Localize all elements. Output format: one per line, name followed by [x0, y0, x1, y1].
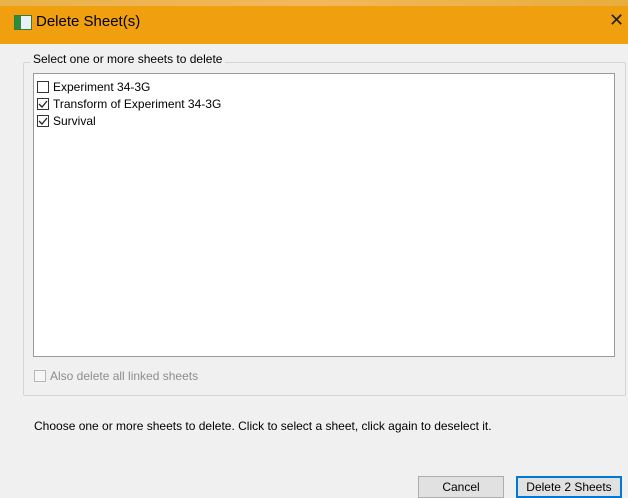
delete-sheets-button[interactable]: Delete 2 Sheets [516, 476, 622, 498]
hint-text: Choose one or more sheets to delete. Cli… [34, 419, 492, 433]
list-item-label: Transform of Experiment 34-3G [53, 96, 222, 111]
checkmark-icon [38, 100, 48, 108]
title-bar-top-strip [0, 0, 628, 6]
checkmark-icon [38, 117, 48, 125]
close-icon[interactable]: ✕ [609, 11, 624, 29]
checkbox[interactable] [37, 114, 49, 127]
window-title: Delete Sheet(s) [36, 13, 141, 30]
delete-linked-option[interactable]: Also delete all linked sheets [34, 369, 198, 383]
app-icon [14, 15, 32, 30]
delete-linked-label: Also delete all linked sheets [50, 369, 199, 383]
checkbox[interactable] [37, 80, 49, 93]
list-item-label: Survival [53, 113, 96, 128]
list-item-label: Experiment 34-3G [53, 79, 151, 94]
list-item[interactable]: Experiment 34-3G [37, 78, 150, 95]
group-label: Select one or more sheets to delete [30, 52, 226, 66]
sheet-list[interactable]: Experiment 34-3G Transform of Experiment… [33, 73, 615, 357]
list-item[interactable]: Transform of Experiment 34-3G [37, 95, 221, 112]
list-item[interactable]: Survival [37, 112, 96, 129]
checkbox[interactable] [37, 97, 49, 110]
cancel-button[interactable]: Cancel [418, 476, 504, 498]
delete-linked-checkbox[interactable] [34, 370, 46, 382]
